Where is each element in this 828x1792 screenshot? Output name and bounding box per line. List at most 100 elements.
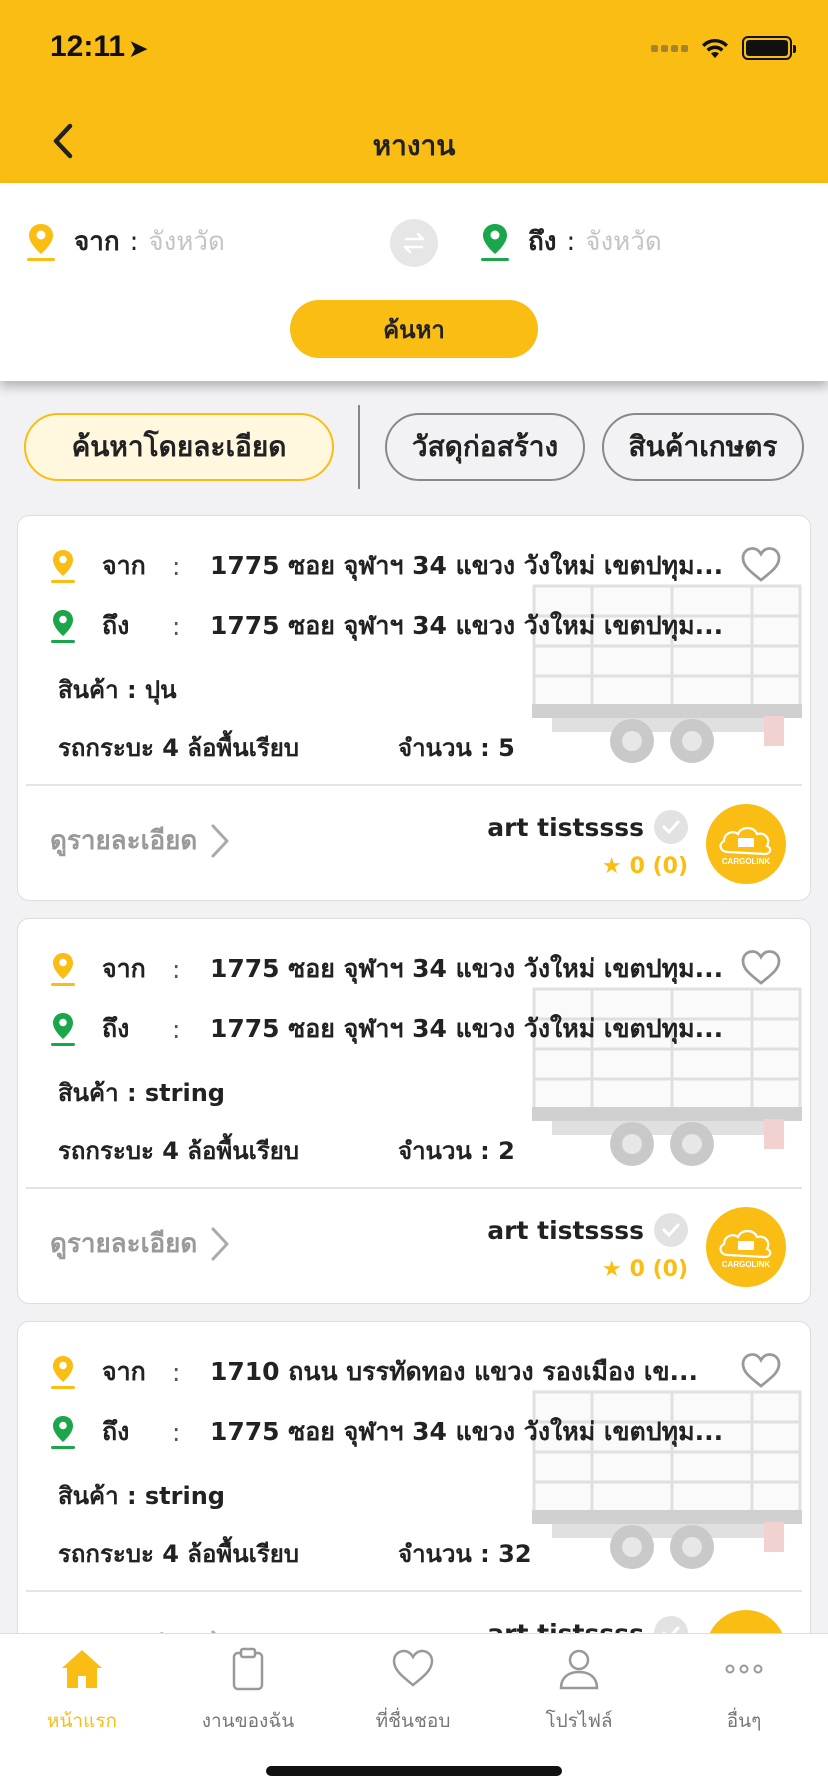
filter-chip-construction[interactable]: วัสดุก่อสร้าง <box>385 413 585 481</box>
more-icon <box>725 1664 763 1674</box>
swap-arrows-icon <box>403 232 425 254</box>
status-time: 12:11 ➤ <box>50 30 148 64</box>
product-text: สินค้า : string <box>58 1482 225 1510</box>
truck-image <box>532 1390 802 1569</box>
truck-image <box>532 584 802 763</box>
from-row: จาก : 1775 ซอย จุฬาฯ 34 แขวง วังใหม่ เขต… <box>50 949 725 989</box>
page-title: หางาน <box>372 129 456 162</box>
product-text: สินค้า : string <box>58 1079 225 1107</box>
filter-chip-advanced-search[interactable]: ค้นหาโดยละเอียด <box>24 413 334 481</box>
favorite-heart-icon[interactable] <box>740 1350 782 1390</box>
to-colon: : <box>172 1014 181 1044</box>
signal-icon <box>651 44 688 52</box>
to-label: ถึง <box>528 227 557 257</box>
wifi-icon <box>702 38 728 58</box>
chevron-right-icon <box>211 1227 229 1260</box>
view-details-label: ดูรายละเอียด <box>50 826 198 856</box>
owner-info: art tistssss ★ 0 (0) <box>487 1213 688 1282</box>
from-label: จาก <box>102 1357 146 1386</box>
tab-more-label: อื่นๆ <box>726 1710 762 1732</box>
favorite-heart-icon[interactable] <box>740 947 782 987</box>
view-details-link[interactable]: ดูรายละเอียด <box>50 820 231 861</box>
to-field[interactable]: ถึง : จังหวัด <box>480 221 662 262</box>
owner-info: art tistssss ★ 0 (0) <box>487 810 688 879</box>
swap-button[interactable] <box>390 219 438 267</box>
to-label: ถึง <box>102 1014 130 1043</box>
view-details-label: ดูรายละเอียด <box>50 1229 198 1259</box>
from-colon: : <box>129 226 139 257</box>
to-pin-icon <box>481 223 509 261</box>
chevron-right-icon <box>211 824 229 857</box>
tab-favorites-label: ที่ชื่นชอบ <box>375 1710 451 1732</box>
from-pin-icon <box>51 953 75 986</box>
quantity-text: จำนวน : 5 <box>398 734 515 762</box>
to-row: ถึง : 1775 ซอย จุฬาฯ 34 แขวง วังใหม่ เขต… <box>50 1009 725 1049</box>
from-colon: : <box>172 551 181 581</box>
heart-icon <box>392 1649 434 1687</box>
from-pin-icon <box>27 223 55 261</box>
tab-my-jobs-label: งานของฉัน <box>201 1710 295 1732</box>
to-label: ถึง <box>102 1417 130 1446</box>
verified-check-icon <box>654 810 688 844</box>
to-colon: : <box>172 611 181 641</box>
status-time-text: 12:11 <box>50 30 126 63</box>
battery-icon <box>742 36 796 60</box>
tab-profile[interactable]: โปรไฟล์ <box>499 1646 659 1736</box>
filter-divider <box>358 405 360 489</box>
to-colon: : <box>566 226 576 257</box>
job-card[interactable]: จาก : 1775 ซอย จุฬาฯ 34 แขวง วังใหม่ เขต… <box>17 918 811 1304</box>
card-divider <box>26 1590 802 1592</box>
to-pin-icon <box>51 1416 75 1449</box>
cargolink-logo: CARGOLINK <box>706 804 786 884</box>
to-colon: : <box>172 1417 181 1447</box>
quantity-text: จำนวน : 2 <box>398 1137 515 1165</box>
from-label: จาก <box>74 227 120 257</box>
from-field[interactable]: จาก : จังหวัด <box>26 221 225 262</box>
cargolink-cloud-icon: CARGOLINK <box>719 1229 772 1269</box>
svg-text:CARGOLINK: CARGOLINK <box>722 1260 771 1269</box>
from-colon: : <box>172 1357 181 1387</box>
tab-home[interactable]: หน้าแรก <box>2 1646 162 1736</box>
tab-home-label: หน้าแรก <box>46 1710 118 1732</box>
star-icon: ★ <box>601 854 622 879</box>
person-icon <box>559 1649 599 1690</box>
star-icon: ★ <box>601 1257 622 1282</box>
from-label: จาก <box>102 551 146 580</box>
to-address: 1775 ซอย จุฬาฯ 34 แขวง วังใหม่ เขตปทุม..… <box>210 1417 724 1446</box>
to-pin-icon <box>51 1013 75 1046</box>
from-row: จาก : 1775 ซอย จุฬาฯ 34 แขวง วังใหม่ เขต… <box>50 546 725 586</box>
job-card[interactable]: จาก : 1775 ซอย จุฬาฯ 34 แขวง วังใหม่ เขต… <box>17 515 811 901</box>
favorite-heart-icon[interactable] <box>740 544 782 584</box>
vehicle-type: รถกระบะ 4 ล้อพื้นเรียบ <box>58 1540 300 1568</box>
cargolink-cloud-icon: CARGOLINK <box>719 826 772 866</box>
rating-value: 0 (0) <box>629 1257 688 1282</box>
to-address: 1775 ซอย จุฬาฯ 34 แขวง วังใหม่ เขตปทุม..… <box>210 1014 724 1043</box>
tab-favorites[interactable]: ที่ชื่นชอบ <box>333 1646 493 1736</box>
to-pin-icon <box>51 610 75 643</box>
vehicle-type: รถกระบะ 4 ล้อพื้นเรียบ <box>58 734 300 762</box>
status-icons <box>651 36 796 60</box>
from-address: 1710 ถนน บรรทัดทอง แขวง รองเมือง เข... <box>210 1357 699 1386</box>
from-pin-icon <box>51 1356 75 1389</box>
svg-text:CARGOLINK: CARGOLINK <box>722 857 771 866</box>
from-address: 1775 ซอย จุฬาฯ 34 แขวง วังใหม่ เขตปทุม..… <box>210 551 724 580</box>
tab-my-jobs[interactable]: งานของฉัน <box>168 1646 328 1736</box>
to-placeholder: จังหวัด <box>585 227 662 257</box>
card-divider <box>26 784 802 786</box>
product-text: สินค้า : ปุน <box>58 676 177 704</box>
filter-chip-agriculture[interactable]: สินค้าเกษตร <box>602 413 804 481</box>
tab-more[interactable]: อื่นๆ <box>664 1646 824 1736</box>
clipboard-icon <box>232 1647 264 1691</box>
search-panel: จาก : จังหวัด ถึง : จังหวัด ค้นหา <box>0 183 828 381</box>
from-pin-icon <box>51 550 75 583</box>
view-details-link[interactable]: ดูรายละเอียด <box>50 1223 231 1264</box>
quantity-text: จำนวน : 32 <box>398 1540 532 1568</box>
tab-profile-label: โปรไฟล์ <box>545 1710 613 1732</box>
search-button[interactable]: ค้นหา <box>290 300 538 358</box>
to-row: ถึง : 1775 ซอย จุฬาฯ 34 แขวง วังใหม่ เขต… <box>50 1412 725 1452</box>
to-label: ถึง <box>102 611 130 640</box>
truck-image <box>532 987 802 1166</box>
from-row: จาก : 1710 ถนน บรรทัดทอง แขวง รองเมือง เ… <box>50 1352 725 1392</box>
from-address: 1775 ซอย จุฬาฯ 34 แขวง วังใหม่ เขตปทุม..… <box>210 954 724 983</box>
vehicle-type: รถกระบะ 4 ล้อพื้นเรียบ <box>58 1137 300 1165</box>
